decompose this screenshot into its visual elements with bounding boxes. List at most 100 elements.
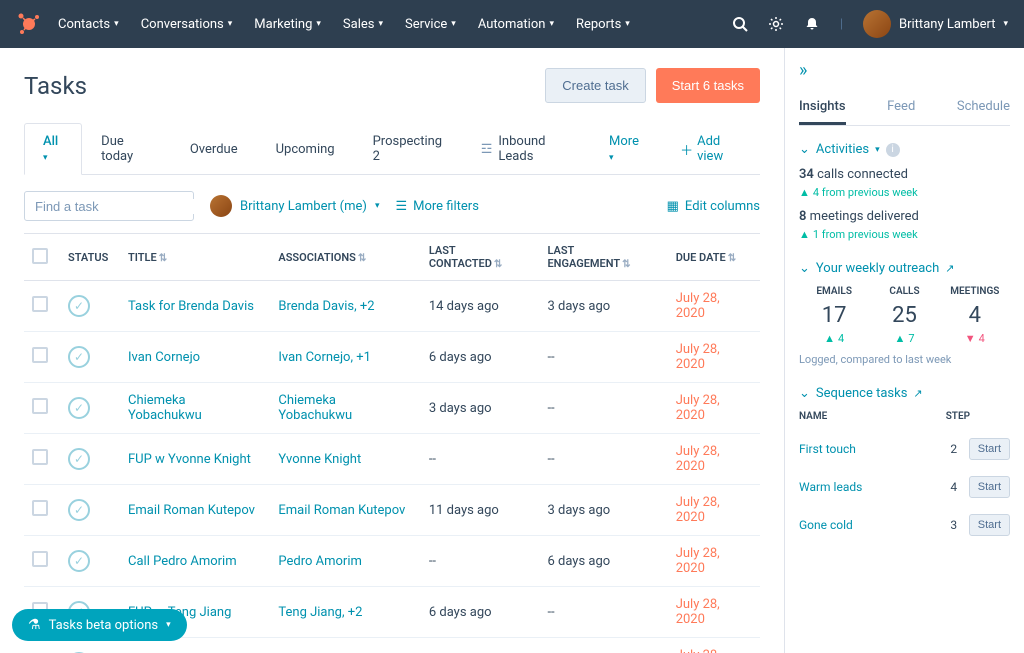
chevron-down-icon: ⌄ [799,142,810,157]
table-row[interactable]: ✓Email Roman KutepovEmail Roman Kutepov1… [24,485,760,536]
task-associations[interactable]: Chiemeka Yobachukwu [270,383,420,434]
create-task-button[interactable]: Create task [545,68,645,103]
nav-item-automation[interactable]: Automation ▾ [478,17,554,32]
edit-columns-button[interactable]: ▦ Edit columns [667,199,760,214]
sidebar-tab-insights[interactable]: Insights [799,91,846,125]
notifications-icon[interactable] [804,16,820,32]
sequence-start-button[interactable]: Start [969,476,1010,498]
task-title[interactable]: Call Pedro Amorim [120,536,270,587]
settings-icon[interactable] [768,16,784,32]
last-engagement: -- [539,434,667,485]
more-filters-button[interactable]: ☰ More filters [395,199,478,214]
col-contacted[interactable]: LAST CONTACTED⇅ [421,234,540,281]
chevron-down-icon: ▾ [378,19,383,29]
sidebar-tab-schedule[interactable]: Schedule [957,91,1010,125]
task-title[interactable]: Chiemeka Yobachukwu [120,383,270,434]
status-circle-icon[interactable]: ✓ [68,499,90,521]
col-due[interactable]: DUE DATE⇅ [668,234,760,281]
tab-prospecting-2[interactable]: Prospecting 2 [354,123,462,174]
outreach-section-toggle[interactable]: ⌄ Your weekly outreach ↗ [799,261,1010,276]
row-checkbox[interactable] [32,551,48,567]
collapse-sidebar-icon[interactable]: » [799,60,1010,81]
table-row[interactable]: ✓Task for Brenda DavisBrenda Davis, +214… [24,281,760,332]
sidebar-tab-feed[interactable]: Feed [887,91,915,125]
row-checkbox[interactable] [32,347,48,363]
row-checkbox[interactable] [32,398,48,414]
status-circle-icon[interactable]: ✓ [68,550,90,572]
status-circle-icon[interactable]: ✓ [68,346,90,368]
table-row[interactable]: ✓Call Pedro AmorimPedro Amorim--6 days a… [24,536,760,587]
task-title[interactable]: FUP w Yvonne Knight [120,434,270,485]
search-icon[interactable] [732,16,748,32]
user-name: Brittany Lambert [899,17,995,32]
select-all-checkbox[interactable] [32,248,48,264]
hubspot-logo-icon[interactable] [16,11,42,37]
row-checkbox[interactable] [32,296,48,312]
nav-item-sales[interactable]: Sales ▾ [343,17,383,32]
due-date: July 28, 2020 [668,536,760,587]
sort-icon: ⇅ [494,259,502,270]
tab-inbound-leads[interactable]: ☲ Inbound Leads [462,123,590,174]
nav-item-reports[interactable]: Reports ▾ [576,17,630,32]
row-checkbox[interactable] [32,500,48,516]
nav-item-contacts[interactable]: Contacts ▾ [58,17,119,32]
sequence-start-button[interactable]: Start [969,514,1010,536]
col-status[interactable]: STATUS [60,234,120,281]
row-checkbox[interactable] [32,449,48,465]
sequence-name[interactable]: Warm leads [799,480,939,494]
add-view-button[interactable]: ＋Add view [661,123,760,174]
beta-options-button[interactable]: ⚗ Tasks beta options ▾ [12,609,187,641]
external-link-icon[interactable]: ↗ [945,262,954,275]
info-icon[interactable]: i [886,143,900,157]
col-title[interactable]: TITLE⇅ [120,234,270,281]
nav-item-service[interactable]: Service ▾ [405,17,456,32]
tab-due-today[interactable]: Due today [82,123,171,174]
nav-item-marketing[interactable]: Marketing ▾ [254,17,321,32]
activities-section-toggle[interactable]: ⌄ Activities ▾ i [799,142,1010,157]
task-title[interactable]: Task for Brenda Davis [120,281,270,332]
task-title[interactable]: Ivan Cornejo [120,332,270,383]
due-date: July 28, 2020 [668,383,760,434]
due-date: July 28, 2020 [668,281,760,332]
outreach-note: Logged, compared to last week [799,353,1010,366]
sequence-name[interactable]: First touch [799,442,939,456]
nav-item-conversations[interactable]: Conversations ▾ [141,17,233,32]
external-link-icon[interactable]: ↗ [913,387,922,400]
task-associations[interactable]: Ivan Cornejo, +1 [270,332,420,383]
user-menu[interactable]: Brittany Lambert ▾ [863,10,1008,38]
last-engagement: 3 days ago [539,281,667,332]
start-tasks-button[interactable]: Start 6 tasks [656,68,760,103]
task-associations[interactable]: Email Roman Kutepov [270,485,420,536]
status-circle-icon[interactable]: ✓ [68,448,90,470]
table-row[interactable]: ✓Ivan CornejoIvan Cornejo, +16 days ago-… [24,332,760,383]
sequences-section-toggle[interactable]: ⌄ Sequence tasks ↗ [799,386,1010,401]
task-title[interactable]: Email Roman Kutepov [120,485,270,536]
owner-filter[interactable]: Brittany Lambert (me) ▾ [210,195,379,217]
sequence-start-button[interactable]: Start [969,438,1010,460]
task-associations[interactable]: Oluchi Mazi [270,638,420,653]
task-associations[interactable]: Pedro Amorim [270,536,420,587]
sequence-row: First touch2Start [799,430,1010,468]
col-engagement[interactable]: LAST ENGAGEMENT⇅ [539,234,667,281]
search-input[interactable] [24,191,194,221]
sequence-step: 4 [939,480,969,494]
task-associations[interactable]: Yvonne Knight [270,434,420,485]
columns-icon: ▦ [667,199,679,214]
sequence-name[interactable]: Gone cold [799,518,939,532]
tab-more[interactable]: More ▾ [590,123,661,174]
task-associations[interactable]: Brenda Davis, +2 [270,281,420,332]
search-field[interactable] [35,199,211,214]
table-row[interactable]: ✓Chiemeka YobachukwuChiemeka Yobachukwu3… [24,383,760,434]
task-associations[interactable]: Teng Jiang, +2 [270,587,420,638]
tab-upcoming[interactable]: Upcoming [257,131,354,167]
last-engagement: 3 days ago [539,485,667,536]
tab-overdue[interactable]: Overdue [171,131,257,167]
page-title: Tasks [24,72,87,100]
tab-all[interactable]: All ▾ [24,123,82,175]
last-engagement: 6 days ago [539,536,667,587]
col-associations[interactable]: ASSOCIATIONS⇅ [270,234,420,281]
status-circle-icon[interactable]: ✓ [68,295,90,317]
insights-sidebar: » InsightsFeedSchedule ⌄ Activities ▾ i … [784,48,1024,653]
status-circle-icon[interactable]: ✓ [68,397,90,419]
table-row[interactable]: ✓FUP w Yvonne KnightYvonne Knight----Jul… [24,434,760,485]
